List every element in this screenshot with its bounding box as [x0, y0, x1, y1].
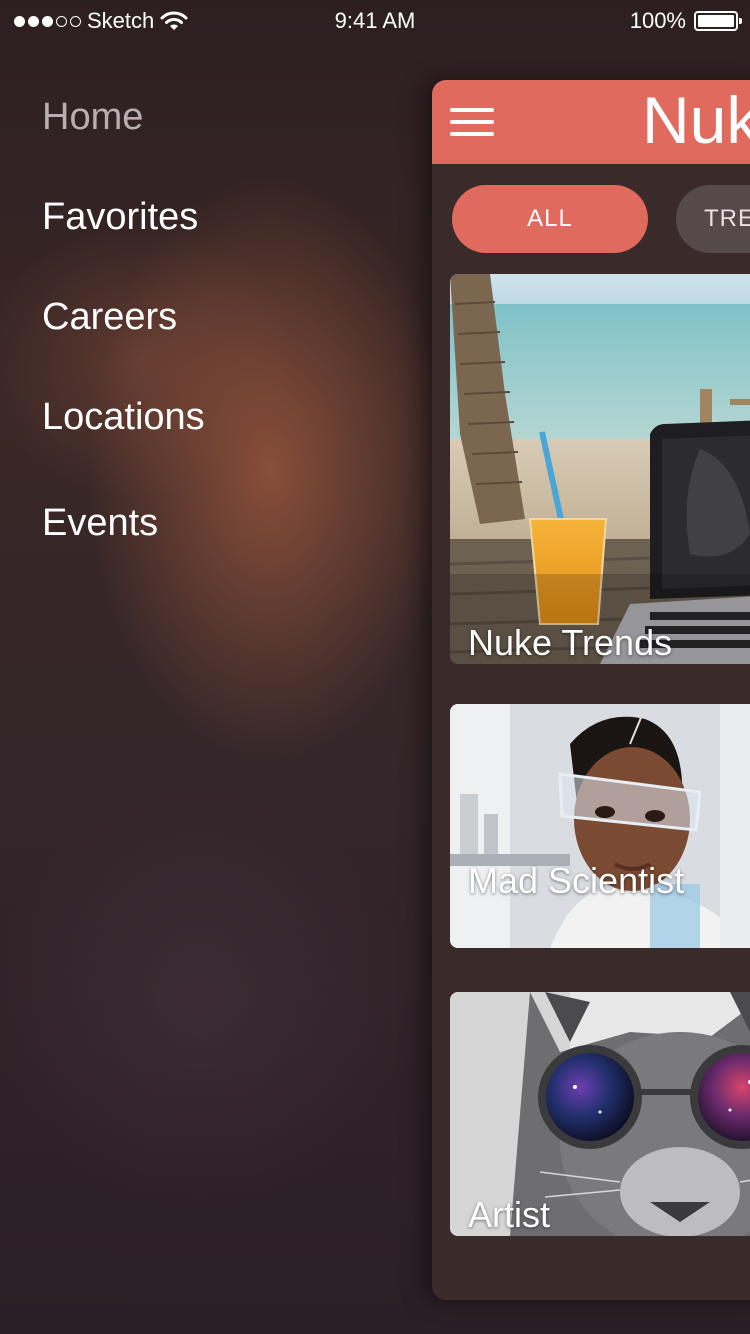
hamburger-menu-icon[interactable] [450, 104, 496, 140]
menu-item-events[interactable]: Events [42, 502, 158, 545]
card-mad-scientist[interactable]: Mad Scientist [450, 704, 750, 948]
beach-laptop-image [450, 274, 750, 664]
card-artist[interactable]: Artist [450, 992, 750, 1236]
filter-chip-trending[interactable]: TRE [676, 185, 750, 253]
battery-percent: 100% [629, 8, 686, 33]
card-title: Mad Scientist [468, 860, 685, 901]
filter-chip-all[interactable]: ALL [452, 185, 648, 253]
menu-item-home[interactable]: Home [42, 96, 143, 139]
battery-group: 100% [629, 8, 742, 34]
app-header: Nuk [432, 80, 750, 164]
status-bar: Sketch 9:41 AM 100% [0, 0, 750, 40]
app-title: Nuk [642, 83, 750, 157]
main-panel: Nuk ALL TRE Nuke Trends Mad Scientist Ar… [432, 80, 750, 1300]
menu-item-favorites[interactable]: Favorites [42, 196, 198, 239]
battery-icon [694, 11, 742, 31]
card-nuke-trends[interactable]: Nuke Trends [450, 274, 750, 664]
menu-item-locations[interactable]: Locations [42, 396, 205, 439]
card-title: Artist [468, 1194, 551, 1235]
card-title: Nuke Trends [468, 622, 673, 663]
scientist-image [450, 704, 750, 948]
menu-item-careers[interactable]: Careers [42, 296, 177, 339]
